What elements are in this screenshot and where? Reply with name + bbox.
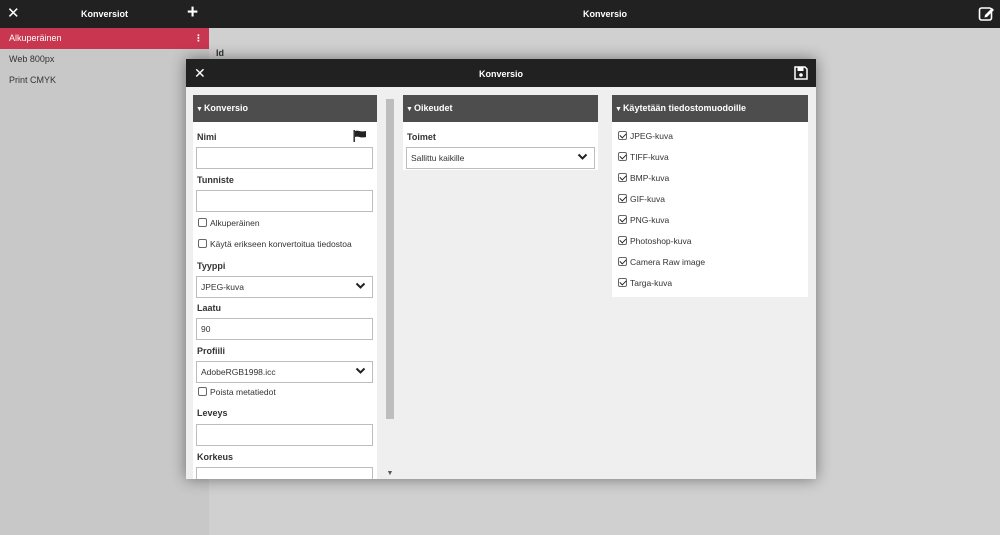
format-checkbox[interactable] <box>618 131 627 140</box>
panel-title: Oikeudet <box>413 103 453 113</box>
id-label: Id <box>216 48 224 58</box>
panel-header[interactable]: ▼Oikeudet <box>403 95 598 122</box>
height-field[interactable] <box>196 467 373 479</box>
chevron-down-icon <box>577 153 588 160</box>
caret-down-icon: ▼ <box>196 106 203 113</box>
actions-value: Sallittu kaikille <box>411 153 465 163</box>
remove-metadata-checkbox[interactable] <box>198 387 207 396</box>
format-label: Camera Raw image <box>630 257 706 267</box>
width-label: Leveys <box>197 408 228 418</box>
flag-icon[interactable] <box>353 130 367 142</box>
sidebar-item-label: Web 800px <box>9 54 55 64</box>
format-checkbox[interactable] <box>618 215 627 224</box>
modal-title: Konversio <box>478 69 523 79</box>
format-checkbox[interactable] <box>618 236 627 245</box>
format-checkbox-row[interactable]: PNG-kuva <box>618 214 669 226</box>
scrollbar[interactable]: ▼ <box>385 95 395 479</box>
actions-select[interactable]: Sallittu kaikille <box>406 147 595 169</box>
format-checkbox[interactable] <box>618 257 627 266</box>
separate-file-checkbox[interactable] <box>198 239 207 248</box>
format-checkbox[interactable] <box>618 173 627 182</box>
actions-label: Toimet <box>407 132 436 142</box>
profile-label: Profiili <box>197 346 226 356</box>
format-checkbox-row[interactable]: JPEG-kuva <box>618 130 673 142</box>
scrollbar-thumb[interactable] <box>386 99 394 419</box>
panel-title: Konversio <box>203 103 248 113</box>
format-checkbox-row[interactable]: BMP-kuva <box>618 172 669 184</box>
format-checkbox[interactable] <box>618 278 627 287</box>
original-checkbox-row[interactable]: Alkuperäinen <box>198 217 260 229</box>
page-title: Konversio <box>582 9 627 19</box>
profile-select[interactable]: AdobeRGB1998.icc <box>196 361 373 383</box>
format-checkbox[interactable] <box>618 194 627 203</box>
format-checkbox-row[interactable]: GIF-kuva <box>618 193 665 205</box>
height-label: Korkeus <box>197 452 234 462</box>
format-label: PNG-kuva <box>630 215 670 225</box>
file-formats-panel: ▼Käytetään tiedostomuodoille JPEG-kuva TI… <box>612 95 808 297</box>
quality-label: Laatu <box>197 303 222 313</box>
conversion-panel: ▼Konversio Nimi Tunniste Alkuperäinen Kä… <box>193 95 377 479</box>
width-field[interactable] <box>196 424 373 446</box>
sidebar-item-label: Alkuperäinen <box>9 33 62 43</box>
separate-file-checkbox-row[interactable]: Käytä erikseen konvertoitua tiedostoa <box>198 238 352 250</box>
conversion-modal: ✕ Konversio ▼Konversio Nimi Tunniste Alk… <box>186 59 816 479</box>
format-label: GIF-kuva <box>630 194 665 204</box>
panel-header[interactable]: ▼Käytetään tiedostomuodoille <box>612 95 808 122</box>
more-icon[interactable]: ⋮ <box>194 28 203 49</box>
format-checkbox-row[interactable]: TIFF-kuva <box>618 151 669 163</box>
rights-panel: ▼Oikeudet Toimet Sallittu kaikille <box>403 95 598 170</box>
caret-down-icon: ▼ <box>406 106 413 113</box>
type-select[interactable]: JPEG-kuva <box>196 276 373 298</box>
quality-field[interactable]: 90 <box>196 318 373 340</box>
save-icon[interactable] <box>794 66 808 80</box>
name-field[interactable] <box>196 147 373 169</box>
format-label: Photoshop-kuva <box>630 236 692 246</box>
format-label: TIFF-kuva <box>630 152 669 162</box>
caret-down-icon: ▼ <box>615 106 622 113</box>
format-checkbox-row[interactable]: Photoshop-kuva <box>618 235 691 247</box>
type-value: JPEG-kuva <box>201 282 244 292</box>
type-label: Tyyppi <box>197 261 226 271</box>
scroll-down-icon[interactable]: ▼ <box>386 470 394 477</box>
chevron-down-icon <box>355 367 366 374</box>
format-checkbox-row[interactable]: Targa-kuva <box>618 277 672 289</box>
modal-header: ✕ Konversio <box>186 59 816 87</box>
format-checkbox-row[interactable]: Camera Raw image <box>618 256 705 268</box>
identifier-label: Tunniste <box>197 175 234 185</box>
edit-icon[interactable] <box>978 5 995 22</box>
format-label: JPEG-kuva <box>630 131 673 141</box>
panel-header[interactable]: ▼Konversio <box>193 95 377 122</box>
checkbox-label: Alkuperäinen <box>210 218 260 228</box>
format-label: BMP-kuva <box>630 173 670 183</box>
sidebar-item-web-800px[interactable]: Web 800px <box>0 49 209 70</box>
chevron-down-icon <box>355 282 366 289</box>
checkbox-label: Poista metatiedot <box>210 387 276 397</box>
remove-metadata-checkbox-row[interactable]: Poista metatiedot <box>198 386 276 398</box>
original-checkbox[interactable] <box>198 218 207 227</box>
profile-value: AdobeRGB1998.icc <box>201 367 276 377</box>
format-checkbox[interactable] <box>618 152 627 161</box>
panel-title: Käytetään tiedostomuodoille <box>622 103 746 113</box>
format-label: Targa-kuva <box>630 278 673 288</box>
top-bar: ✕ Konversiot + Konversio <box>0 0 1000 28</box>
sidebar-item-alkuperainen[interactable]: Alkuperäinen ⋮ <box>0 28 209 49</box>
identifier-field[interactable] <box>196 190 373 212</box>
sidebar-item-print-cmyk[interactable]: Print CMYK <box>0 70 209 91</box>
name-label: Nimi <box>197 132 217 142</box>
sidebar-item-label: Print CMYK <box>9 75 57 85</box>
checkbox-label: Käytä erikseen konvertoitua tiedostoa <box>210 239 352 249</box>
sidebar: Alkuperäinen ⋮ Web 800px Print CMYK <box>0 28 209 535</box>
